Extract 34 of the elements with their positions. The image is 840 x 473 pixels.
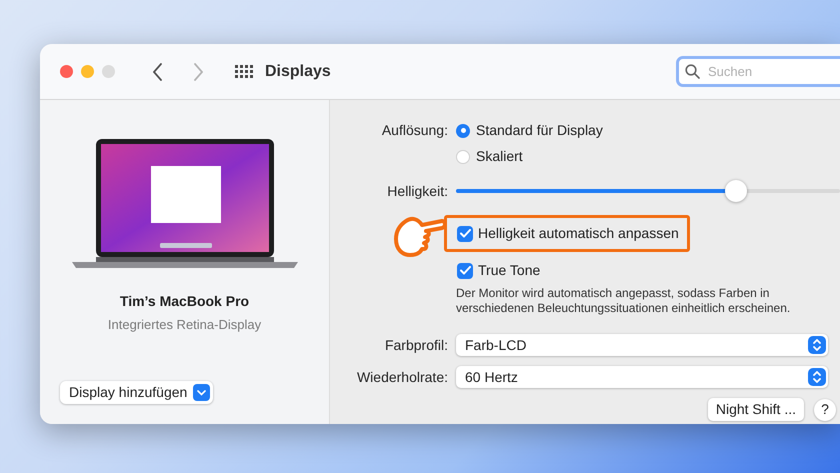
- popup-value: 60 Hertz: [465, 368, 518, 386]
- night-shift-button[interactable]: Night Shift ...: [708, 398, 804, 421]
- popup-value: Farb-LCD: [465, 336, 526, 354]
- window-title: Displays: [265, 62, 331, 82]
- grid-icon[interactable]: [235, 64, 253, 80]
- popup-button[interactable]: Farb-LCD: [456, 334, 828, 356]
- checkbox-label: Helligkeit automatisch anpassen: [478, 224, 679, 243]
- radio-label: Skaliert: [476, 147, 523, 166]
- popup-label: Farbprofil:: [384, 336, 449, 355]
- add-display-button[interactable]: Display hinzufügen: [60, 381, 214, 404]
- description-text: Der Monitor wird automatisch angepasst, sodass Farben in verschiedenen Beleuchtungssituationen einheitlich erscheinen.: [456, 286, 792, 316]
- help-button[interactable]: ?: [814, 398, 836, 420]
- checkbox[interactable]: [457, 262, 473, 278]
- close-button[interactable]: [60, 65, 73, 78]
- device-name: Tim’s MacBook Pro: [120, 292, 250, 311]
- checkbox-label: True Tone: [478, 261, 540, 280]
- brightness-label: Helligkeit:: [386, 182, 449, 201]
- popup-label: Wiederholrate:: [356, 368, 449, 386]
- back-icon[interactable]: [153, 62, 163, 80]
- chevron-down-icon: [193, 384, 210, 401]
- search-input[interactable]: Suchen: [708, 62, 840, 82]
- resolution-label: Auflösung:: [380, 121, 449, 140]
- popup-button[interactable]: 60 Hertz: [456, 366, 828, 388]
- stepper-icon: [808, 368, 826, 386]
- device-subtitle: Integriertes Retina-Display: [108, 316, 262, 334]
- slider-thumb[interactable]: [725, 180, 748, 202]
- search-field[interactable]: Suchen: [676, 56, 840, 87]
- search-icon: [685, 64, 700, 79]
- radio-button[interactable]: [456, 124, 470, 138]
- checkbox[interactable]: [457, 226, 473, 242]
- radio-label: Standard für Display: [476, 121, 603, 140]
- brightness-slider[interactable]: [456, 179, 840, 203]
- stepper-icon: [808, 336, 826, 354]
- radio-button[interactable]: [456, 150, 470, 164]
